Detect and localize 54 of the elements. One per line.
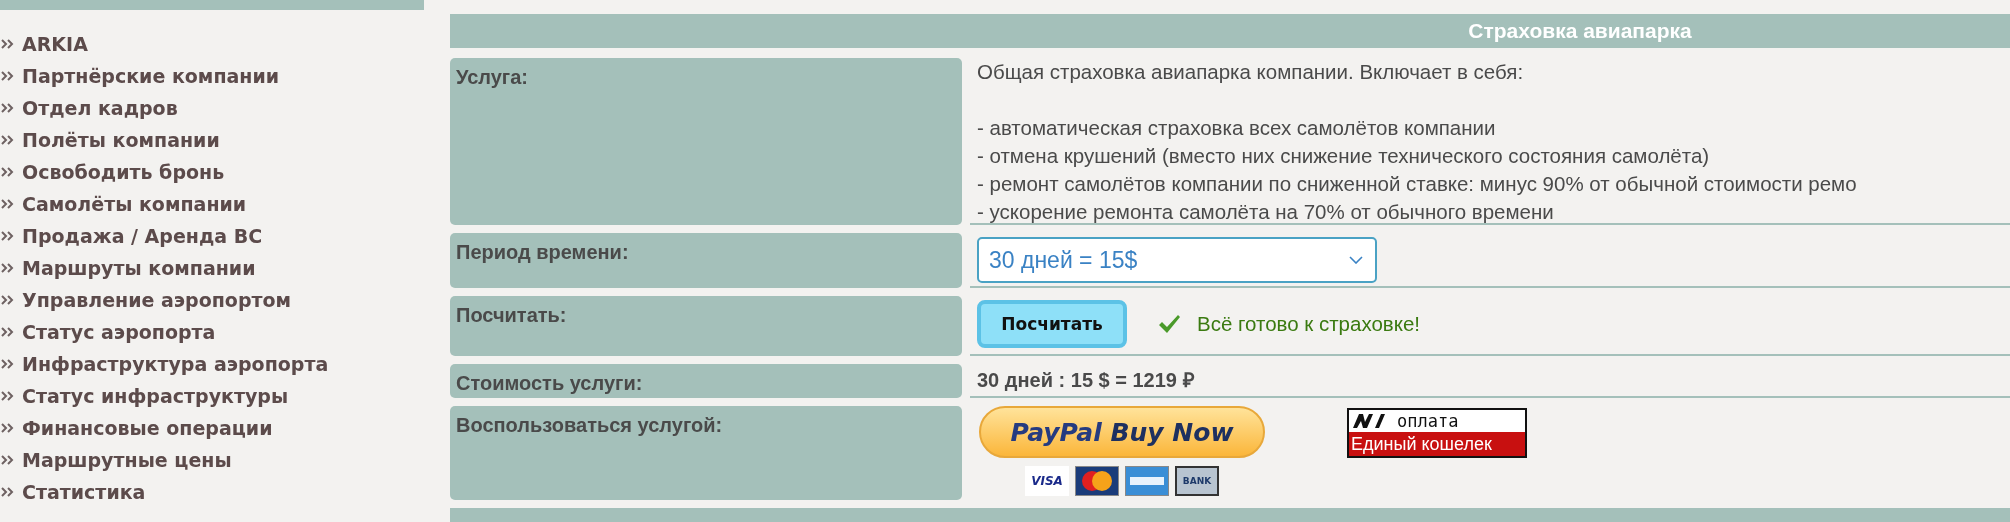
sidebar-link[interactable]: Статус аэропорта [22, 321, 216, 343]
double-chevron-icon [0, 134, 16, 146]
sidebar-link[interactable]: Маршрутные цены [22, 449, 232, 471]
mastercard-logo-icon [1075, 466, 1119, 496]
sidebar-link[interactable]: Освободить бронь [22, 161, 225, 183]
double-chevron-icon [0, 102, 16, 114]
double-chevron-icon [0, 358, 16, 370]
double-chevron-icon [0, 454, 16, 466]
panel-title: Страховка авиапарка [450, 14, 2010, 48]
feature-item: - автоматическая страховка всех самолётов компании [977, 115, 1497, 141]
feature-item: - ускорение ремонта самолёта на 70% от обычного времени [977, 199, 1555, 225]
description-text: Общая страховка авиапарка компании. Включает в себя: [977, 59, 1525, 85]
sidebar-link[interactable]: Продажа / Аренда ВС [22, 225, 263, 247]
calculate-button[interactable]: Посчитать [977, 300, 1127, 348]
chevron-down-icon [1349, 256, 1363, 264]
field-label: Стоимость услуги: [450, 364, 962, 398]
credit-card-logo-icon [1125, 466, 1169, 496]
wallet-logo-icon [1351, 412, 1387, 430]
period-dropdown[interactable]: 30 дней = 15$ [977, 237, 1377, 283]
field-label: Посчитать: [450, 296, 962, 356]
paypal-buy-now-button[interactable]: PayPal Buy Now [979, 406, 1265, 458]
sidebar-link[interactable]: Финансовые операции [22, 417, 273, 439]
sidebar-link[interactable]: Маршруты компании [22, 257, 256, 279]
sidebar-link[interactable]: Управление аэропортом [22, 289, 292, 311]
double-chevron-icon [0, 326, 16, 338]
sidebar-link[interactable]: Инфраструктура аэропорта [22, 353, 329, 375]
double-chevron-icon [0, 486, 16, 498]
sidebar-link[interactable]: Полёты компании [22, 129, 220, 151]
field-label: Период времени: [450, 233, 962, 288]
bank-card-logo: BANK [1175, 466, 1219, 496]
field-label: Услуга: [450, 58, 962, 225]
double-chevron-icon [0, 70, 16, 82]
double-chevron-icon [0, 166, 16, 178]
visa-card-logo: VISA [1025, 466, 1069, 496]
feature-item: - отмена крушений (вместо них снижение технического состояния самолёта) [977, 143, 1711, 169]
double-chevron-icon [0, 38, 16, 50]
sidebar-link[interactable]: ARKIA [22, 33, 88, 55]
sidebar-link[interactable]: Самолёты компании [22, 193, 247, 215]
sidebar-link[interactable]: Статус инфраструктуры [22, 385, 289, 407]
checkmark-icon [1157, 314, 1181, 334]
feature-item: - ремонт самолётов компании по сниженной ставке: минус 90% от обычной стоимости ремо [977, 171, 1858, 197]
double-chevron-icon [0, 390, 16, 402]
sidebar-link[interactable]: Партнёрские компании [22, 65, 280, 87]
sidebar-link[interactable]: Статистика [22, 481, 146, 503]
sidebar-link[interactable]: Отдел кадров [22, 97, 178, 119]
field-label: Воспользоваться услугой: [450, 406, 962, 500]
status-message: Всё готово к страховке! [1197, 312, 1421, 336]
wallet-payment-button[interactable]: оплата Единый кошелек [1347, 408, 1527, 458]
double-chevron-icon [0, 230, 16, 242]
double-chevron-icon [0, 294, 16, 306]
double-chevron-icon [0, 198, 16, 210]
double-chevron-icon [0, 262, 16, 274]
double-chevron-icon [0, 422, 16, 434]
cost-value: 30 дней : 15 $ = 1219 ₽ [977, 368, 1196, 393]
